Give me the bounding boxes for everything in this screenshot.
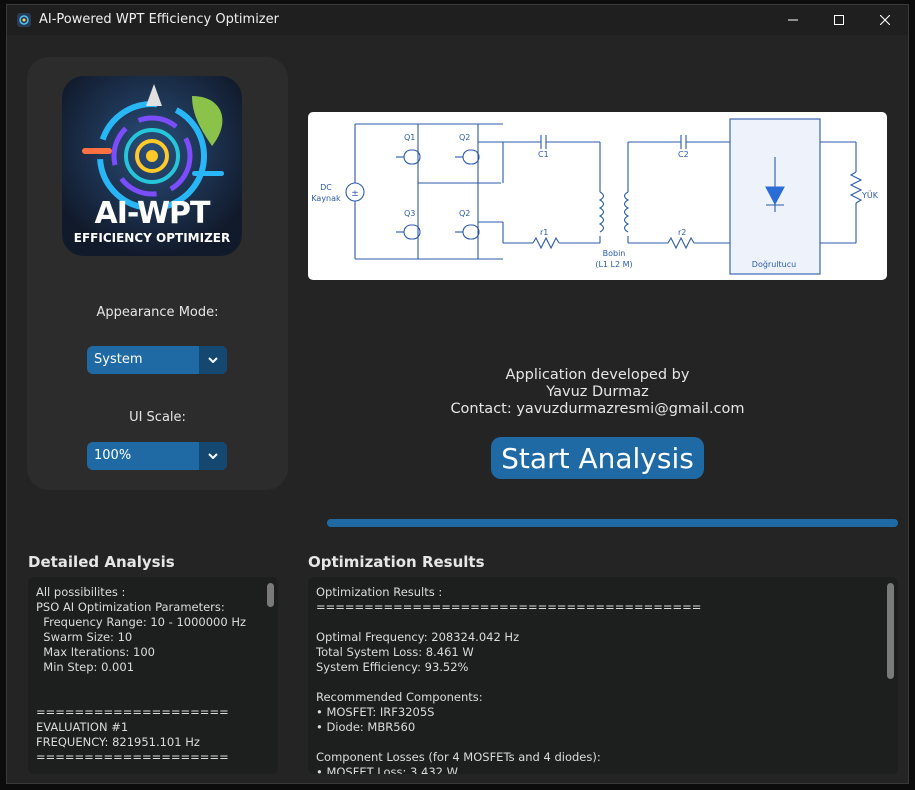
title-bar[interactable]: AI-Powered WPT Efficiency Optimizer (7, 5, 908, 35)
source-label-1: DC (320, 183, 332, 192)
results-scrollbar[interactable] (887, 583, 894, 679)
detailed-scrollbar[interactable] (267, 583, 274, 607)
optimization-results-text: Optimization Results : =================… (316, 585, 702, 774)
chevron-down-icon (208, 453, 218, 459)
c1-label: C1 (538, 150, 549, 159)
r1-label: r1 (540, 228, 548, 237)
minimize-icon (788, 19, 798, 21)
q1-label: Q1 (404, 133, 415, 142)
ui-scale-dropdown[interactable]: 100% (87, 442, 227, 470)
close-icon (880, 15, 890, 25)
app-icon (17, 13, 31, 27)
svg-text:±: ± (351, 189, 359, 199)
maximize-icon (834, 15, 844, 25)
window-title: AI-Powered WPT Efficiency Optimizer (39, 12, 279, 27)
optimization-results-textbox[interactable]: Optimization Results : =================… (308, 577, 898, 774)
r2-label: r2 (678, 228, 686, 237)
logo-subtitle: EFFICIENCY OPTIMIZER (73, 231, 231, 245)
ui-scale-value: 100% (94, 448, 132, 463)
detailed-analysis-text: All possibilites : PSO AI Optimization P… (36, 585, 247, 764)
coil-label-1: Bobin (603, 249, 626, 258)
sidebar: AI-WPT EFFICIENCY OPTIMIZER Appearance M… (27, 57, 288, 490)
dropdown-arrow[interactable] (199, 442, 227, 470)
detailed-analysis-title: Detailed Analysis (28, 553, 175, 571)
q3-label: Q3 (404, 209, 415, 218)
appearance-mode-value: System (94, 352, 143, 367)
optimization-results-title: Optimization Results (308, 553, 485, 571)
app-logo: AI-WPT EFFICIENCY OPTIMIZER (62, 76, 242, 256)
q2-bottom-label: Q2 (459, 209, 470, 218)
start-analysis-button[interactable]: Start Analysis (491, 437, 704, 479)
credits-line-2: Yavuz Durmaz (546, 384, 649, 400)
ui-scale-label: UI Scale: (129, 410, 186, 425)
progress-bar (327, 519, 898, 527)
credits-line-1: Application developed by (505, 367, 690, 383)
c2-label: C2 (678, 150, 689, 159)
load-label: YÜK (861, 190, 879, 200)
logo-title: AI-WPT (94, 196, 210, 231)
maximize-button[interactable] (816, 5, 862, 35)
credits-contact: Contact: yavuzdurmazresmi@gmail.com (450, 401, 745, 417)
circuit-diagram: ± Q1 Q2 Q3 Q2 DC Kaynak C1 C2 r1 r2 Bobi… (308, 112, 887, 280)
appearance-mode-dropdown[interactable]: System (87, 346, 227, 374)
coil-label-2: (L1 L2 M) (595, 260, 632, 269)
minimize-button[interactable] (770, 5, 816, 35)
chevron-down-icon (208, 357, 218, 363)
source-label-2: Kaynak (311, 194, 341, 203)
app-window: AI-Powered WPT Efficiency Optimizer AI-W… (6, 4, 909, 784)
rectifier-label: Doğrultucu (752, 260, 796, 269)
progress-fill (327, 519, 898, 527)
dropdown-arrow[interactable] (199, 346, 227, 374)
appearance-mode-label: Appearance Mode: (96, 305, 219, 320)
q2-top-label: Q2 (459, 133, 470, 142)
detailed-analysis-textbox[interactable]: All possibilites : PSO AI Optimization P… (28, 577, 278, 774)
circuit-schematic: ± Q1 Q2 Q3 Q2 DC Kaynak C1 C2 r1 r2 Bobi… (311, 118, 879, 275)
close-button[interactable] (862, 5, 908, 35)
